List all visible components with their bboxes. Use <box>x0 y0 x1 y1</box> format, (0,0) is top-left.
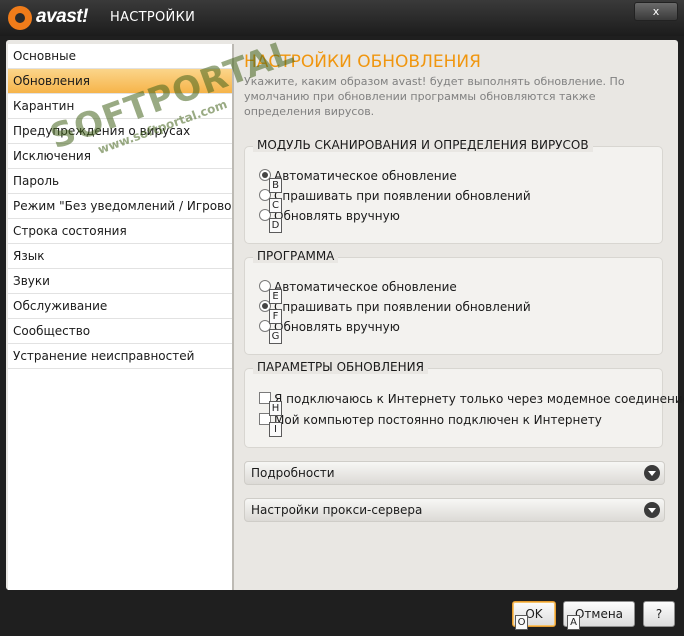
chevron-down-icon[interactable] <box>644 502 660 518</box>
shortcut-key-badge: B <box>269 178 282 193</box>
radio-scanner-auto[interactable]: Автоматическое обновление <box>259 167 457 185</box>
expander-label: Подробности <box>251 466 335 480</box>
sidebar-item-status-bar[interactable]: Строка состояния <box>8 219 232 244</box>
help-button-label: ? <box>655 607 663 621</box>
sidebar-item-silent-mode[interactable]: Режим "Без уведомлений / Игровой" <box>8 194 232 219</box>
avast-logo-icon <box>8 6 32 30</box>
sidebar-item-community[interactable]: Сообщество <box>8 319 232 344</box>
shortcut-key-badge: I <box>269 422 282 437</box>
main-panel: НАСТРОЙКИ ОБНОВЛЕНИЯ Укажите, каким обра… <box>236 44 684 590</box>
group-update-parameters: ПАРАМЕТРЫ ОБНОВЛЕНИЯ Я подключаюсь к Инт… <box>244 360 684 448</box>
option-label: Я подключаюсь к Интернету только через м… <box>274 392 684 406</box>
pane-divider[interactable] <box>232 44 234 590</box>
help-button[interactable]: ? <box>643 601 675 627</box>
radio-program-auto[interactable]: Автоматическое обновление <box>259 278 457 296</box>
shortcut-key-badge: C <box>269 198 282 213</box>
title-bar: avast! НАСТРОЙКИ x <box>0 0 684 36</box>
shortcut-key-badge: G <box>269 329 282 344</box>
details-expander[interactable]: Подробности <box>244 461 665 485</box>
window-title: НАСТРОЙКИ <box>110 10 196 25</box>
group-label: ПРОГРАММА <box>253 249 339 263</box>
expander-label: Настройки прокси-сервера <box>251 503 423 517</box>
checkbox-modem-connection[interactable]: Я подключаюсь к Интернету только через м… <box>259 390 684 408</box>
option-label: Автоматическое обновление <box>274 169 457 183</box>
shortcut-key-badge: F <box>269 309 282 324</box>
option-label: Спрашивать при появлении обновлений <box>274 189 531 203</box>
option-label: Обновлять вручную <box>274 320 400 334</box>
group-label: МОДУЛЬ СКАНИРОВАНИЯ И ОПРЕДЕЛЕНИЯ ВИРУСО… <box>253 138 593 152</box>
option-label: Спрашивать при появлении обновлений <box>274 300 531 314</box>
option-label: Обновлять вручную <box>274 209 400 223</box>
cancel-button-label: Отмена <box>574 607 624 621</box>
proxy-settings-expander[interactable]: Настройки прокси-сервера <box>244 498 665 522</box>
brand-name: avast! <box>36 6 88 27</box>
shortcut-key-badge: D <box>269 218 282 233</box>
sidebar-item-maintenance[interactable]: Обслуживание <box>8 294 232 319</box>
option-label: Мой компьютер постоянно подключен к Инте… <box>274 413 602 427</box>
group-label: ПАРАМЕТРЫ ОБНОВЛЕНИЯ <box>253 360 428 374</box>
radio-program-ask[interactable]: Спрашивать при появлении обновлений <box>259 298 531 316</box>
close-button[interactable]: x <box>634 2 678 21</box>
group-program: ПРОГРАММА Автоматическое обновление Спра… <box>244 249 663 355</box>
option-label: Автоматическое обновление <box>274 280 457 294</box>
page-description: Укажите, каким образом avast! будет выпо… <box>244 75 625 118</box>
shortcut-key-badge: O <box>515 615 528 630</box>
sidebar-item-language[interactable]: Язык <box>8 244 232 269</box>
shortcut-key-badge: E <box>269 289 282 304</box>
shortcut-key-badge: A <box>567 615 580 630</box>
chevron-down-icon[interactable] <box>644 465 660 481</box>
checkbox-always-connected[interactable]: Мой компьютер постоянно подключен к Инте… <box>259 411 602 429</box>
shortcut-key-badge: H <box>269 401 282 416</box>
sidebar-item-sounds[interactable]: Звуки <box>8 269 232 294</box>
sidebar-item-troubleshooting[interactable]: Устранение неисправностей <box>8 344 232 369</box>
radio-scanner-ask[interactable]: Спрашивать при появлении обновлений <box>259 187 531 205</box>
group-scanner-definitions: МОДУЛЬ СКАНИРОВАНИЯ И ОПРЕДЕЛЕНИЯ ВИРУСО… <box>244 138 663 244</box>
sidebar-item-password[interactable]: Пароль <box>8 169 232 194</box>
